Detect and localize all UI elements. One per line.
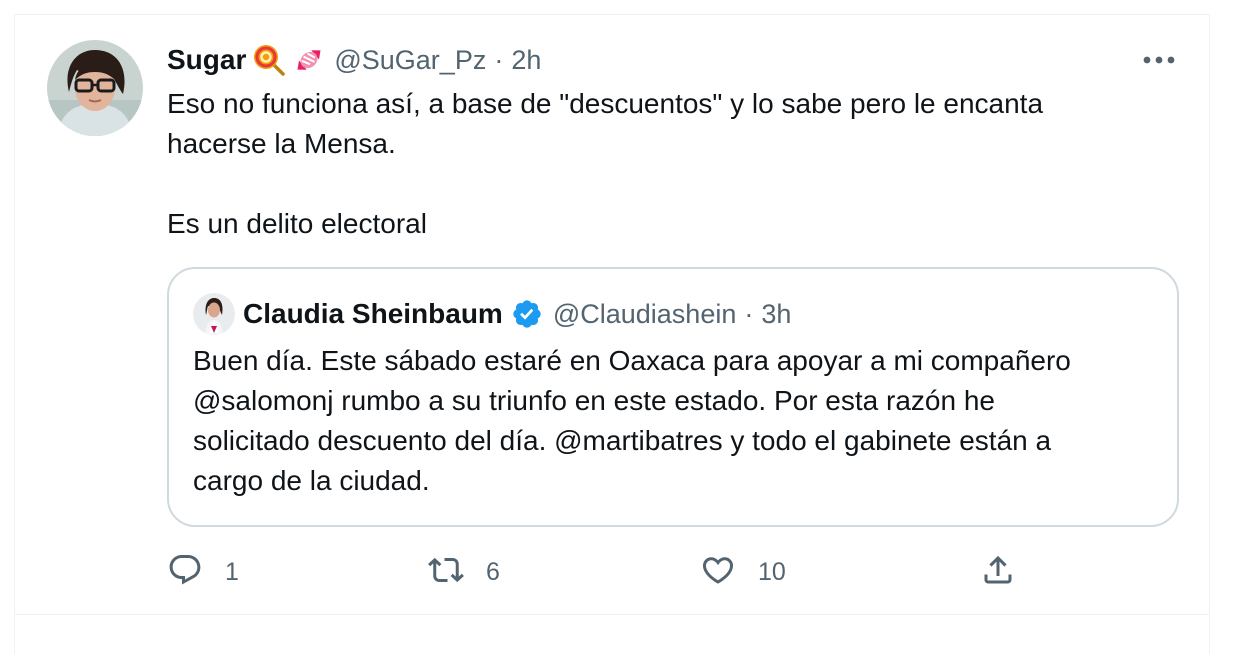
retweet-icon xyxy=(428,552,464,593)
separator-dot: · xyxy=(744,298,754,329)
quoted-text-line: solicitado descuento del día. @martibatr… xyxy=(193,425,1052,456)
avatar-image xyxy=(47,40,143,136)
like-count: 10 xyxy=(758,557,786,586)
heart-icon xyxy=(700,552,736,593)
tweet-header: Sugar @SuGar_Pz · 2h xyxy=(167,40,541,80)
author-name[interactable]: Sugar xyxy=(167,44,246,76)
quoted-header: Claudia Sheinbaum @Claudiashein · 3h xyxy=(243,293,791,335)
candy-icon xyxy=(292,43,326,77)
retweet-count: 6 xyxy=(486,557,500,586)
quoted-text-line: Buen día. Este sábado estaré en Oaxaca p… xyxy=(193,345,1071,376)
like-button[interactable]: 10 xyxy=(700,552,786,592)
divider xyxy=(14,614,1210,615)
share-icon xyxy=(980,552,1016,593)
avatar[interactable] xyxy=(47,40,143,136)
quoted-text-line: @salomonj rumbo a su triunfo en este est… xyxy=(193,385,995,416)
tweet-text: Eso no funciona así, a base de "descuent… xyxy=(167,84,1167,244)
tweet-text-line: hacerse la Mensa. xyxy=(167,128,396,159)
retweet-button[interactable]: 6 xyxy=(428,552,500,592)
tweet-timestamp[interactable]: 2h xyxy=(511,45,541,76)
lollipop-icon xyxy=(252,43,286,77)
author-handle[interactable]: @SuGar_Pz xyxy=(334,45,486,76)
verified-badge-icon xyxy=(511,298,543,330)
quoted-text-line: cargo de la ciudad. xyxy=(193,465,430,496)
quoted-author-name[interactable]: Claudia Sheinbaum xyxy=(243,298,503,330)
quoted-avatar[interactable] xyxy=(193,293,235,335)
quoted-text: Buen día. Este sábado estaré en Oaxaca p… xyxy=(193,341,1153,501)
quoted-author-handle[interactable]: @Claudiashein xyxy=(553,299,737,330)
more-options-icon[interactable] xyxy=(1138,44,1180,76)
quoted-tweet[interactable]: Claudia Sheinbaum @Claudiashein · 3h Bue… xyxy=(167,267,1179,527)
tweet-text-line: Eso no funciona así, a base de "descuent… xyxy=(167,88,1044,119)
reply-count: 1 xyxy=(225,557,239,586)
reply-icon xyxy=(167,552,203,593)
share-button[interactable] xyxy=(980,552,1016,592)
separator-dot: · xyxy=(494,44,504,75)
reply-button[interactable]: 1 xyxy=(167,552,239,592)
tweet-text-line: Es un delito electoral xyxy=(167,208,427,239)
quoted-timestamp[interactable]: 3h xyxy=(761,299,791,330)
